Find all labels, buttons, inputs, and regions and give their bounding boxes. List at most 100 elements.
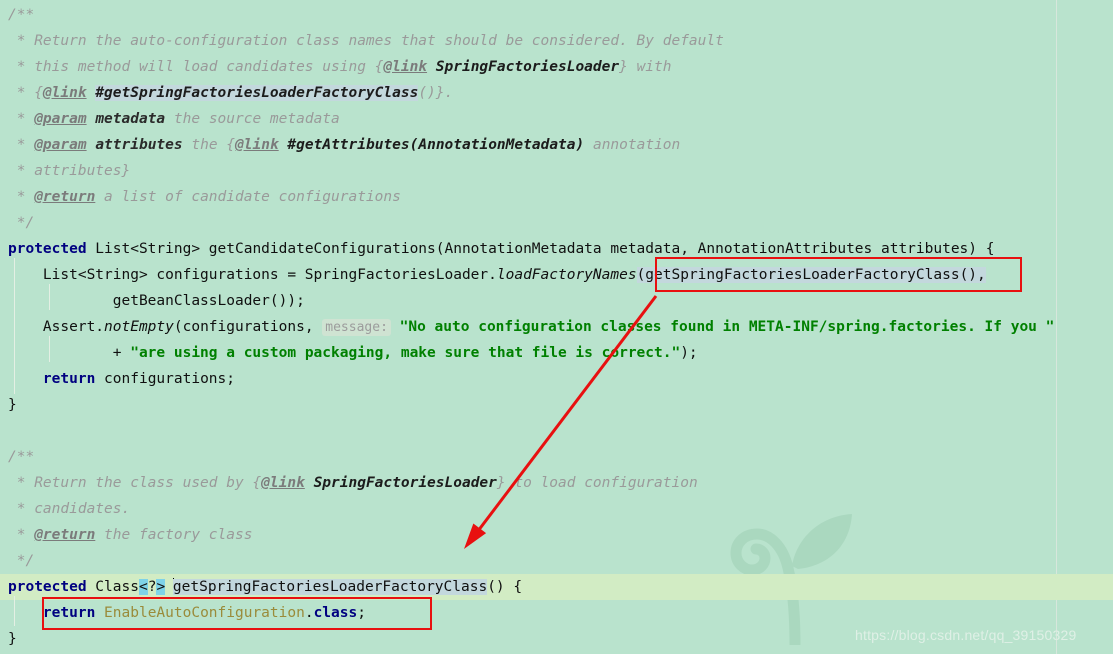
- code-token: attributes: [95, 137, 183, 153]
- code-line[interactable]: }: [0, 626, 1113, 652]
- code-token: }: [8, 397, 17, 413]
- code-line[interactable]: List<String> configurations = SpringFact…: [0, 262, 1113, 288]
- code-token: * attributes}: [8, 163, 131, 179]
- code-line[interactable]: * @param metadata the source metadata: [0, 106, 1113, 132]
- code-token: } with: [619, 59, 672, 75]
- code-line[interactable]: Assert.notEmpty(configurations, message:…: [0, 314, 1113, 340]
- code-token: * {: [8, 85, 43, 101]
- code-line[interactable]: }: [0, 392, 1113, 418]
- code-token: return: [42, 605, 96, 621]
- code-token: List<String> configurations = SpringFact…: [8, 267, 497, 283]
- code-token: the {: [182, 137, 236, 153]
- code-token: #getAttributes(AnnotationMetadata): [287, 137, 585, 153]
- code-editor-view[interactable]: https://blog.csdn.net/qq_39150329 /** * …: [0, 0, 1113, 654]
- code-token: ;: [357, 605, 366, 621]
- code-token: configurations;: [95, 371, 235, 387]
- indent-guide: [14, 258, 15, 394]
- code-line[interactable]: + "are using a custom packaging, make su…: [0, 340, 1113, 366]
- code-token: @link: [383, 59, 428, 75]
- code-line[interactable]: return configurations;: [0, 366, 1113, 392]
- code-token: protected: [8, 579, 87, 595]
- code-token: *: [8, 137, 35, 153]
- code-token: loadFactoryNames: [496, 267, 637, 283]
- code-lines-container[interactable]: /** * Return the auto-configuration clas…: [0, 0, 1113, 654]
- code-token: >: [156, 579, 166, 595]
- code-line[interactable]: * this method will load candidates using…: [0, 54, 1113, 80]
- code-line[interactable]: [0, 418, 1113, 444]
- code-token: metadata: [95, 111, 166, 127]
- code-token: getBeanClassLoader());: [8, 293, 305, 309]
- code-line[interactable]: protected Class<?> getSpringFactoriesLoa…: [0, 574, 1113, 600]
- code-token: @param: [34, 137, 87, 153]
- code-line[interactable]: protected List<String> getCandidateConfi…: [0, 236, 1113, 262]
- code-token: } to load configuration: [496, 475, 698, 491]
- code-token: @link: [42, 85, 87, 101]
- code-line[interactable]: /**: [0, 2, 1113, 28]
- code-line[interactable]: * attributes}: [0, 158, 1113, 184]
- indent-guide: [49, 336, 50, 362]
- code-token: */: [8, 215, 35, 231]
- code-line[interactable]: * {@link #getSpringFactoriesLoaderFactor…: [0, 80, 1113, 106]
- code-token: notEmpty: [104, 319, 174, 335]
- code-token: return: [42, 371, 96, 387]
- code-token: the source metadata: [165, 111, 340, 127]
- code-token: (getSpringFactoriesLoaderFactoryClass(),: [636, 267, 986, 283]
- code-token: EnableAutoConfiguration: [104, 605, 305, 621]
- code-token: @return: [34, 527, 96, 543]
- code-token: * candidates.: [8, 501, 131, 517]
- indent-guide: [49, 284, 50, 310]
- code-token: SpringFactoriesLoader: [435, 59, 620, 75]
- code-line[interactable]: return EnableAutoConfiguration.class;: [0, 600, 1113, 626]
- code-line[interactable]: * Return the class used by {@link Spring…: [0, 470, 1113, 496]
- code-token: protected: [8, 241, 87, 257]
- code-token: annotation: [584, 137, 681, 153]
- code-token: class: [313, 605, 358, 621]
- code-token: message:: [322, 319, 391, 336]
- code-token: the factory class: [95, 527, 253, 543]
- code-line[interactable]: * Return the auto-configuration class na…: [0, 28, 1113, 54]
- code-line[interactable]: * candidates.: [0, 496, 1113, 522]
- code-token: */: [8, 553, 35, 569]
- code-token: .: [304, 605, 314, 621]
- code-token: @link: [261, 475, 305, 491]
- code-line[interactable]: /**: [0, 444, 1113, 470]
- code-line[interactable]: */: [0, 548, 1113, 574]
- code-line[interactable]: getBeanClassLoader());: [0, 288, 1113, 314]
- code-token: +: [8, 345, 131, 361]
- code-token: @return: [34, 189, 96, 205]
- code-token: );: [680, 345, 698, 361]
- code-token: List<String> getCandidateConfigurations(…: [86, 241, 995, 257]
- code-token: * Return the class used by {: [8, 475, 262, 491]
- code-token: *: [8, 189, 35, 205]
- code-token: @link: [235, 137, 279, 153]
- code-token: ()}.: [418, 85, 454, 101]
- code-token: getSpringFactoriesLoaderFactoryClass: [172, 579, 488, 595]
- code-line[interactable]: */: [0, 210, 1113, 236]
- code-token: *: [8, 527, 35, 543]
- code-line[interactable]: * @param attributes the {@link #getAttri…: [0, 132, 1113, 158]
- code-token: * this method will load candidates using…: [8, 59, 384, 75]
- code-line[interactable]: * @return the factory class: [0, 522, 1113, 548]
- code-token: /**: [8, 7, 35, 23]
- code-token: "are using a custom packaging, make sure…: [130, 345, 681, 361]
- code-token: /**: [8, 449, 35, 465]
- code-token: }: [8, 631, 17, 647]
- code-token: <: [138, 579, 148, 595]
- code-token: Assert.: [8, 319, 105, 335]
- indent-guide: [14, 596, 15, 626]
- code-token: #getSpringFactoriesLoaderFactoryClass: [95, 85, 419, 101]
- code-token: SpringFactoriesLoader: [313, 475, 497, 491]
- code-token: Class: [86, 579, 139, 595]
- code-token: *: [8, 111, 35, 127]
- code-token: * Return the auto-configuration class na…: [8, 33, 724, 49]
- code-token: @param: [34, 111, 87, 127]
- code-token: "No auto configuration classes found in …: [399, 319, 1055, 335]
- code-line[interactable]: * @return a list of candidate configurat…: [0, 184, 1113, 210]
- code-token: () {: [487, 579, 523, 595]
- code-token: a list of candidate configurations: [95, 189, 401, 205]
